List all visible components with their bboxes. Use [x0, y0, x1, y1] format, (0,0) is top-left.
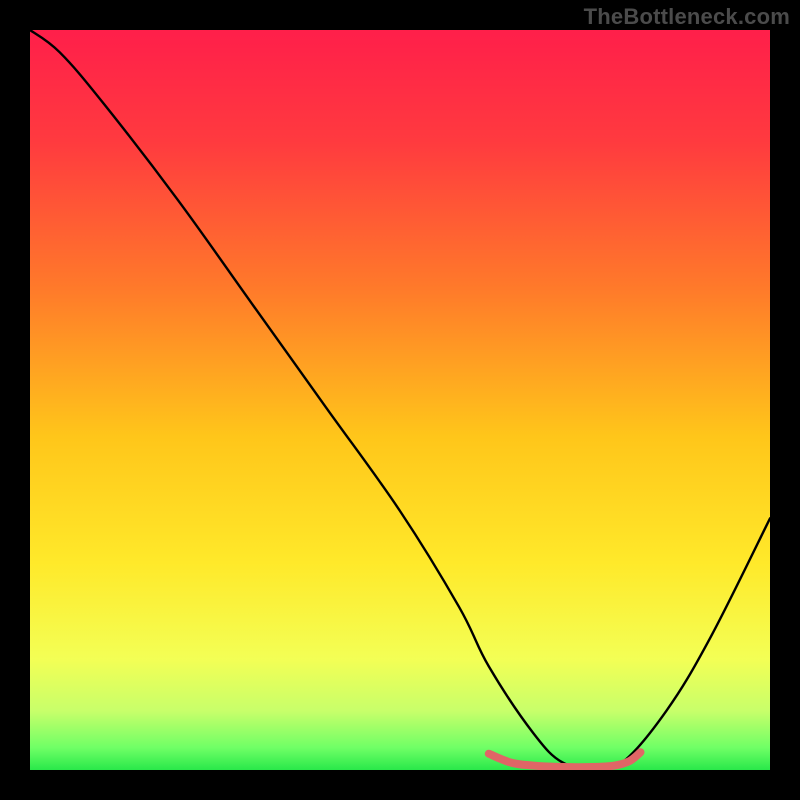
- chart-background: [30, 30, 770, 770]
- watermark-label: TheBottleneck.com: [584, 4, 790, 30]
- chart-frame: TheBottleneck.com: [0, 0, 800, 800]
- bottleneck-chart: [30, 30, 770, 770]
- plot-area: [30, 30, 770, 770]
